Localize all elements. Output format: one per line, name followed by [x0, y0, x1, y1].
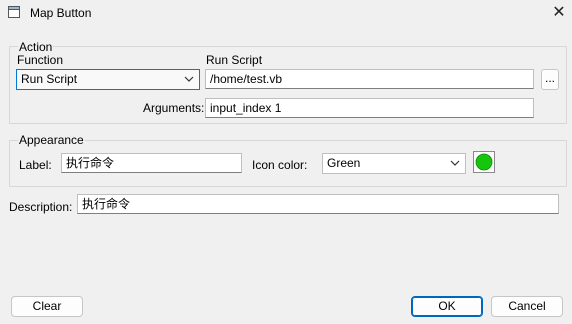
- script-path-input[interactable]: /home/test.vb: [205, 69, 534, 89]
- description-label: Description:: [9, 200, 73, 214]
- close-icon[interactable]: ✕: [548, 2, 570, 24]
- color-swatch-button[interactable]: [473, 151, 495, 173]
- arguments-label: Arguments:: [143, 101, 205, 115]
- label-input[interactable]: 执行命令: [61, 153, 242, 173]
- title-bar: Map Button ✕: [0, 0, 572, 26]
- window-title: Map Button: [30, 6, 92, 20]
- arguments-input[interactable]: input_index 1: [205, 98, 534, 118]
- clear-button[interactable]: Clear: [11, 296, 83, 317]
- script-label: Run Script: [206, 53, 263, 67]
- icon-color-select[interactable]: Green: [322, 153, 466, 174]
- chevron-down-icon: [450, 160, 460, 166]
- icon-color-select-value: Green: [327, 156, 361, 170]
- function-select[interactable]: Run Script: [16, 69, 200, 90]
- description-input[interactable]: 执行命令: [77, 194, 559, 214]
- function-select-value: Run Script: [21, 72, 78, 86]
- action-group-title: Action: [18, 40, 54, 54]
- appearance-group-title: Appearance: [18, 133, 85, 147]
- window-icon: [8, 6, 20, 18]
- green-circle-icon: [475, 153, 493, 171]
- cancel-button[interactable]: Cancel: [491, 296, 563, 317]
- label-label: Label:: [19, 158, 52, 172]
- ok-button[interactable]: OK: [411, 296, 483, 317]
- icon-color-label: Icon color:: [252, 158, 308, 172]
- function-label: Function: [17, 53, 64, 67]
- browse-button[interactable]: ...: [541, 69, 559, 90]
- chevron-down-icon: [184, 76, 194, 82]
